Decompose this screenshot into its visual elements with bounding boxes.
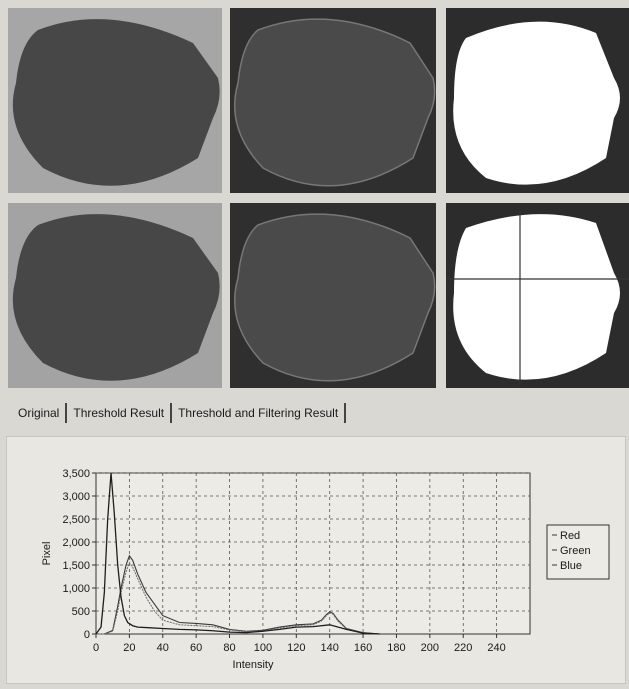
y-axis-title: Pixel xyxy=(41,542,53,566)
x-tick-label: 240 xyxy=(487,642,505,654)
leaf-image xyxy=(230,203,436,388)
x-tick-label: 140 xyxy=(321,642,339,654)
x-tick-label: 60 xyxy=(190,642,202,654)
mask-image xyxy=(446,8,629,193)
original-image-top xyxy=(8,8,222,193)
y-tick-label: 2,000 xyxy=(62,537,90,549)
legend-entry-red: Red xyxy=(560,530,580,542)
tab-original[interactable]: Original xyxy=(12,403,68,423)
y-tick-label: 3,000 xyxy=(62,491,90,503)
leaf-image xyxy=(8,8,222,193)
x-tick-label: 0 xyxy=(93,642,99,654)
x-tick-label: 100 xyxy=(254,642,272,654)
tab-threshold-result[interactable]: Threshold Result xyxy=(67,403,173,423)
y-tick-label: 0 xyxy=(84,629,90,641)
x-tick-label: 40 xyxy=(157,642,169,654)
x-tick-label: 120 xyxy=(287,642,305,654)
histogram-panel: 0 20 40 60 80 100 120 140 160 180 200 220 240 0 500 1,0… xyxy=(6,436,626,684)
x-tick-label: 180 xyxy=(387,642,405,654)
x-tick-label: 200 xyxy=(421,642,439,654)
leaf-image xyxy=(8,203,222,388)
view-tabs: Original Threshold Result Threshold and … xyxy=(12,400,347,426)
mask-image xyxy=(446,203,629,388)
enhanced-image-top xyxy=(230,8,436,193)
filtered-mask-bottom xyxy=(446,203,629,388)
x-tick-label: 20 xyxy=(123,642,135,654)
x-tick-label: 220 xyxy=(454,642,472,654)
histogram-chart: 0 20 40 60 80 100 120 140 160 180 200 220 240 0 500 1,0… xyxy=(41,468,610,671)
leaf-image xyxy=(230,8,436,193)
y-tick-label: 2,500 xyxy=(62,514,90,526)
y-tick-label: 1,000 xyxy=(62,583,90,595)
x-axis-title: Intensity xyxy=(233,659,274,671)
plot-area xyxy=(95,472,531,635)
y-tick-label: 1,500 xyxy=(62,560,90,572)
y-tick-label: 500 xyxy=(72,606,90,618)
original-image-bottom xyxy=(8,203,222,388)
legend-entry-green: Green xyxy=(560,545,591,557)
enhanced-image-bottom xyxy=(230,203,436,388)
legend-entry-blue: Blue xyxy=(560,560,582,572)
x-tick-label: 80 xyxy=(223,642,235,654)
tab-threshold-filtering-result[interactable]: Threshold and Filtering Result xyxy=(172,403,347,423)
x-tick-label: 160 xyxy=(354,642,372,654)
y-tick-label: 3,500 xyxy=(62,468,90,480)
threshold-mask-top xyxy=(446,8,629,193)
